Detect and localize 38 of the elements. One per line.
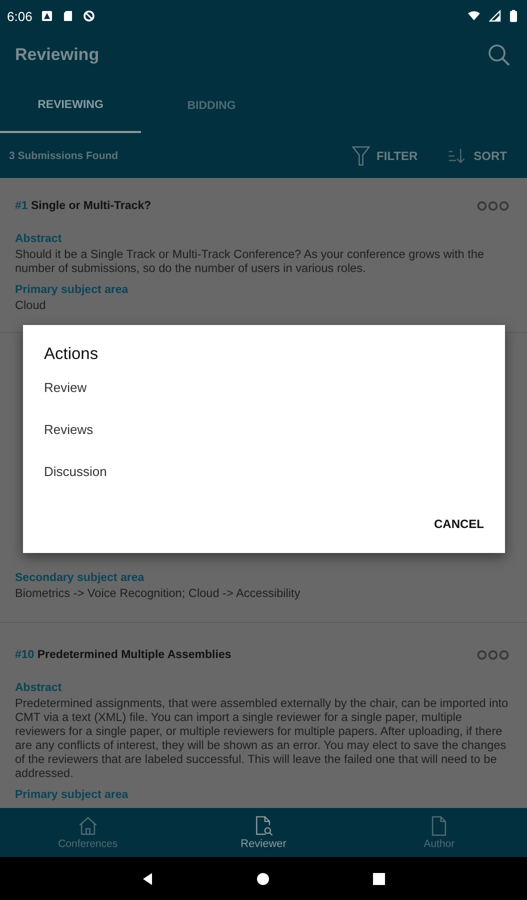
section-text: Biometrics -> Voice Recognition; Cloud -> Accessibility bbox=[15, 586, 302, 600]
section-label: Primary subject area bbox=[15, 788, 130, 803]
recent-apps-icon[interactable] bbox=[372, 872, 386, 886]
status-time: 6:06 bbox=[7, 8, 32, 24]
blocked-circle-icon bbox=[83, 10, 96, 22]
dialog-option[interactable]: Review bbox=[44, 379, 484, 421]
sort-button[interactable]: SORT bbox=[474, 148, 507, 162]
cancel-button[interactable]: CANCEL bbox=[434, 513, 484, 535]
home-icon bbox=[76, 815, 99, 837]
tab[interactable]: BIDDING bbox=[141, 78, 282, 133]
wifi-icon bbox=[468, 10, 480, 22]
battery-icon bbox=[510, 10, 517, 22]
signal-icon bbox=[489, 10, 501, 22]
section-label: Abstract bbox=[15, 232, 63, 247]
sd-card-icon bbox=[62, 10, 74, 22]
bottom-nav-item[interactable]: Author bbox=[351, 808, 527, 857]
dialog-option[interactable]: Discussion bbox=[44, 463, 484, 505]
section-label: Abstract bbox=[15, 681, 63, 696]
home-button-icon[interactable] bbox=[256, 872, 270, 886]
section-text: Cloud bbox=[15, 298, 47, 312]
section-label: Primary subject area bbox=[15, 283, 130, 298]
sort-icon bbox=[446, 146, 467, 164]
bottom-nav-item[interactable]: Reviewer bbox=[176, 808, 352, 857]
section-text: Should it be a Single Track or Multi-Track Conference? As your conference grows with the number of submissions, so do the number of users in various roles. bbox=[15, 247, 486, 275]
search-icon[interactable] bbox=[487, 43, 511, 67]
screen-title: Reviewing bbox=[15, 45, 100, 65]
section-text: Predetermined assignments, that were assembled externally by the chair, can be imported into CMT via a text (XML) file. You can import a single reviewer for a single paper, multiple reviewers for a single paper, or multiple reviewers for multiple papers. After uploading, if there are any conflicts of interest, they will be shown as an error. You may elect to save the changes of the reviewers that are labeled successful. This will leave the failed one that will need to be addressed. bbox=[15, 696, 510, 780]
section-label: Secondary subject area bbox=[15, 571, 146, 586]
photo-notification-icon bbox=[41, 10, 54, 22]
dialog-option[interactable]: Reviews bbox=[44, 421, 484, 463]
bottom-nav-item[interactable]: Conferences bbox=[0, 808, 176, 857]
filter-button[interactable]: FILTER bbox=[376, 148, 418, 162]
submission-title[interactable]: #10 Predetermined Multiple Assemblies bbox=[15, 649, 477, 661]
dialog-title: Actions bbox=[44, 345, 100, 364]
filter-icon bbox=[352, 146, 370, 166]
back-icon[interactable] bbox=[140, 872, 155, 886]
submission-title[interactable]: #1 Single or Multi-Track? bbox=[15, 200, 477, 212]
submission-count: 3 Submissions Found bbox=[9, 150, 118, 162]
